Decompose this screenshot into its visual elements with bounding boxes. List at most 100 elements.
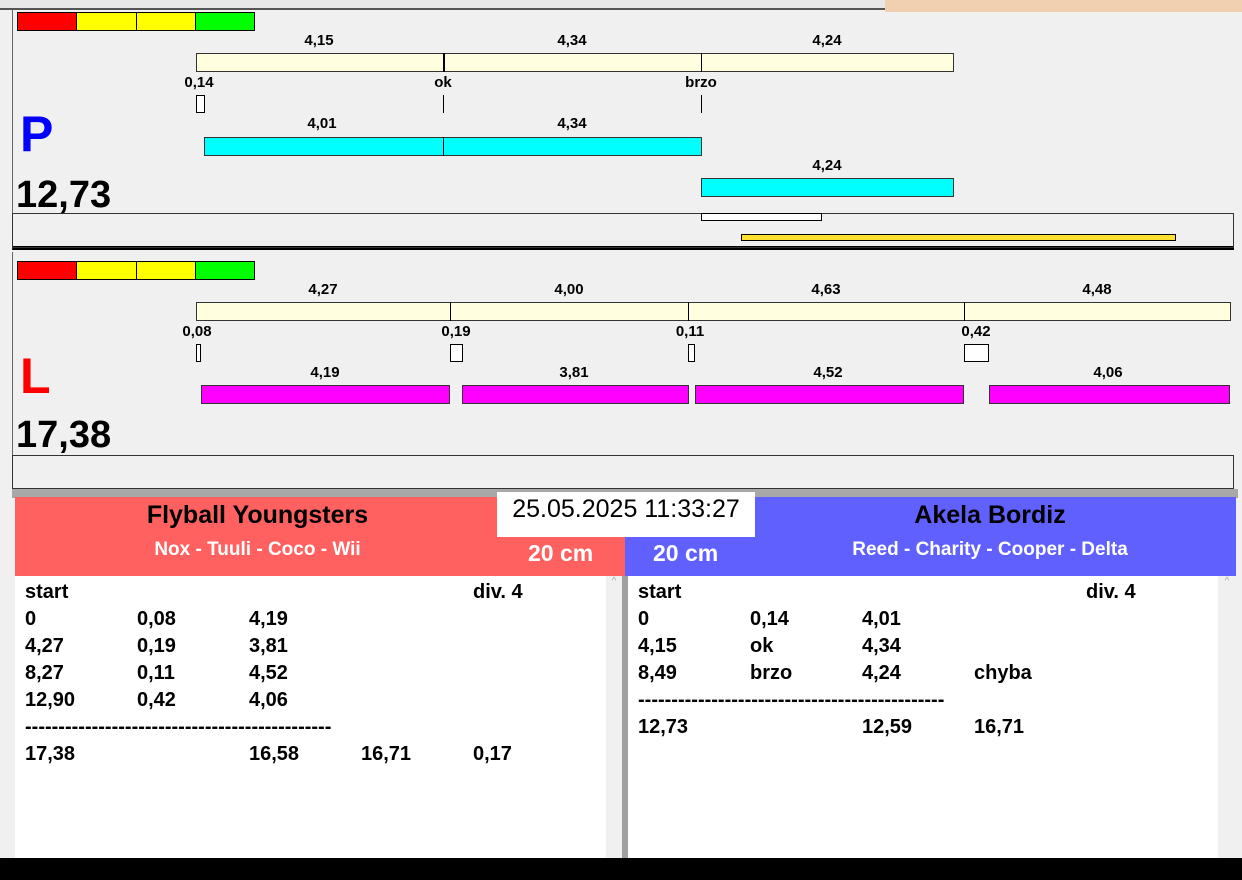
result-cell: 12,73 — [638, 716, 689, 738]
result-cell: 4,01 — [862, 608, 901, 630]
right-team-name: Akela Bordiz — [914, 501, 1066, 529]
marker-label: ok — [434, 74, 452, 91]
marker-box — [196, 344, 201, 362]
run-label: 4,19 — [310, 364, 340, 381]
datetime-display: 25.05.2025 11:33:27 — [497, 492, 755, 537]
result-cell: 4,52 — [249, 662, 288, 684]
marker-box — [688, 344, 695, 362]
marker-label: 0,14 — [184, 74, 214, 91]
lane-label: 4,00 — [554, 281, 584, 298]
run-divider — [443, 137, 444, 156]
result-cell: 17,38 — [25, 743, 76, 765]
lane-label: 4,27 — [308, 281, 338, 298]
lane-bar — [196, 302, 1231, 321]
left-team-height: 20 cm — [528, 540, 594, 566]
result-cell: div. 4 — [473, 581, 523, 603]
result-cell: 16,58 — [249, 743, 300, 765]
lane-label: 4,34 — [557, 32, 587, 49]
run-label: 4,24 — [812, 157, 842, 174]
run-bar — [989, 385, 1230, 404]
total-time-p: 12,73 — [16, 174, 112, 216]
lane-divider — [964, 302, 965, 321]
lane-bar — [196, 53, 954, 72]
left-team-dogs: Nox - Tuuli - Coco - Wii — [154, 539, 361, 560]
result-cell: 8,49 — [638, 662, 677, 684]
marker-tick — [701, 95, 702, 113]
result-cell: 4,19 — [249, 608, 288, 630]
result-cell: ok — [750, 635, 774, 657]
signal-lights — [17, 12, 255, 31]
marker-label: 0,19 — [441, 323, 471, 340]
lane-divider — [450, 302, 451, 321]
left-scrollbar[interactable]: ^ — [606, 576, 622, 858]
left-team-name: Flyball Youngsters — [146, 501, 369, 529]
result-cell: 0,08 — [137, 608, 176, 630]
result-cell: chyba — [974, 662, 1032, 684]
result-cell: ----------------------------------------… — [638, 689, 945, 711]
result-cell: 0 — [638, 608, 650, 630]
result-cell: 4,06 — [249, 689, 288, 711]
lane-divider — [443, 53, 445, 72]
lane-panel-l — [12, 252, 1234, 488]
result-cell: 16,71 — [974, 716, 1025, 738]
bottom-strip — [0, 858, 1242, 880]
lane-divider — [701, 53, 702, 72]
right-team-dogs: Reed - Charity - Cooper - Delta — [852, 539, 1128, 560]
run-label: 4,34 — [557, 115, 587, 132]
result-cell: 0,17 — [473, 743, 512, 765]
result-cell: start — [25, 581, 69, 603]
marker-box — [450, 344, 463, 362]
right-results-list[interactable]: start div. 4 0 0,14 4,01 4,15 ok 4,34 8,49 brzo 4,… — [628, 576, 1218, 858]
result-cell: 4,27 — [25, 635, 64, 657]
result-cell: div. 4 — [1086, 581, 1136, 603]
progress-bar-white — [701, 213, 822, 221]
tab-strip — [0, 0, 885, 10]
lane-label: 4,48 — [1082, 281, 1112, 298]
lane-label: 4,15 — [304, 32, 334, 49]
run-label: 4,06 — [1093, 364, 1123, 381]
result-cell: 0 — [25, 608, 37, 630]
result-cell: 4,24 — [862, 662, 901, 684]
run-label: 4,52 — [813, 364, 843, 381]
result-cell: 4,34 — [862, 635, 901, 657]
lane-letter-p: P — [20, 106, 54, 162]
marker-box — [196, 95, 205, 113]
lane-label: 4,24 — [812, 32, 842, 49]
progress-box — [12, 213, 1234, 248]
marker-tick — [443, 95, 444, 113]
run-label: 4,01 — [307, 115, 337, 132]
marker-label: 0,08 — [182, 323, 212, 340]
right-scrollbar[interactable]: ^ — [1218, 576, 1236, 858]
progress-box — [12, 455, 1234, 489]
result-cell: 12,90 — [25, 689, 76, 711]
result-cell: 0,11 — [137, 662, 175, 684]
marker-label: 0,11 — [675, 323, 705, 340]
result-cell: ----------------------------------------… — [25, 716, 332, 738]
lane-label: 4,63 — [811, 281, 841, 298]
total-time-l: 17,38 — [16, 414, 112, 456]
result-cell: brzo — [750, 662, 793, 684]
signal-lights — [17, 261, 255, 280]
marker-box — [964, 344, 989, 362]
result-cell: 16,71 — [361, 743, 412, 765]
run-bar — [462, 385, 689, 404]
result-cell: 0,14 — [750, 608, 789, 630]
run-label: 3,81 — [559, 364, 589, 381]
progress-bar-yellow — [741, 234, 1176, 241]
marker-label: brzo — [685, 74, 717, 91]
result-cell: 3,81 — [249, 635, 288, 657]
result-cell: 8,27 — [25, 662, 64, 684]
lane-letter-l: L — [20, 348, 51, 404]
lane-divider — [688, 302, 689, 321]
left-results-list[interactable]: start div. 4 0 0,08 4,19 4,27 0,19 3,81 8,27 0,11… — [15, 576, 606, 858]
run-bar — [201, 385, 450, 404]
run-bar — [701, 178, 954, 197]
result-cell: 0,19 — [137, 635, 176, 657]
run-bar — [695, 385, 964, 404]
result-cell: start — [638, 581, 682, 603]
result-cell: 4,15 — [638, 635, 677, 657]
result-cell: 0,42 — [137, 689, 176, 711]
result-cell: 12,59 — [862, 716, 913, 738]
right-team-height: 20 cm — [653, 540, 719, 566]
run-bar — [204, 137, 702, 156]
